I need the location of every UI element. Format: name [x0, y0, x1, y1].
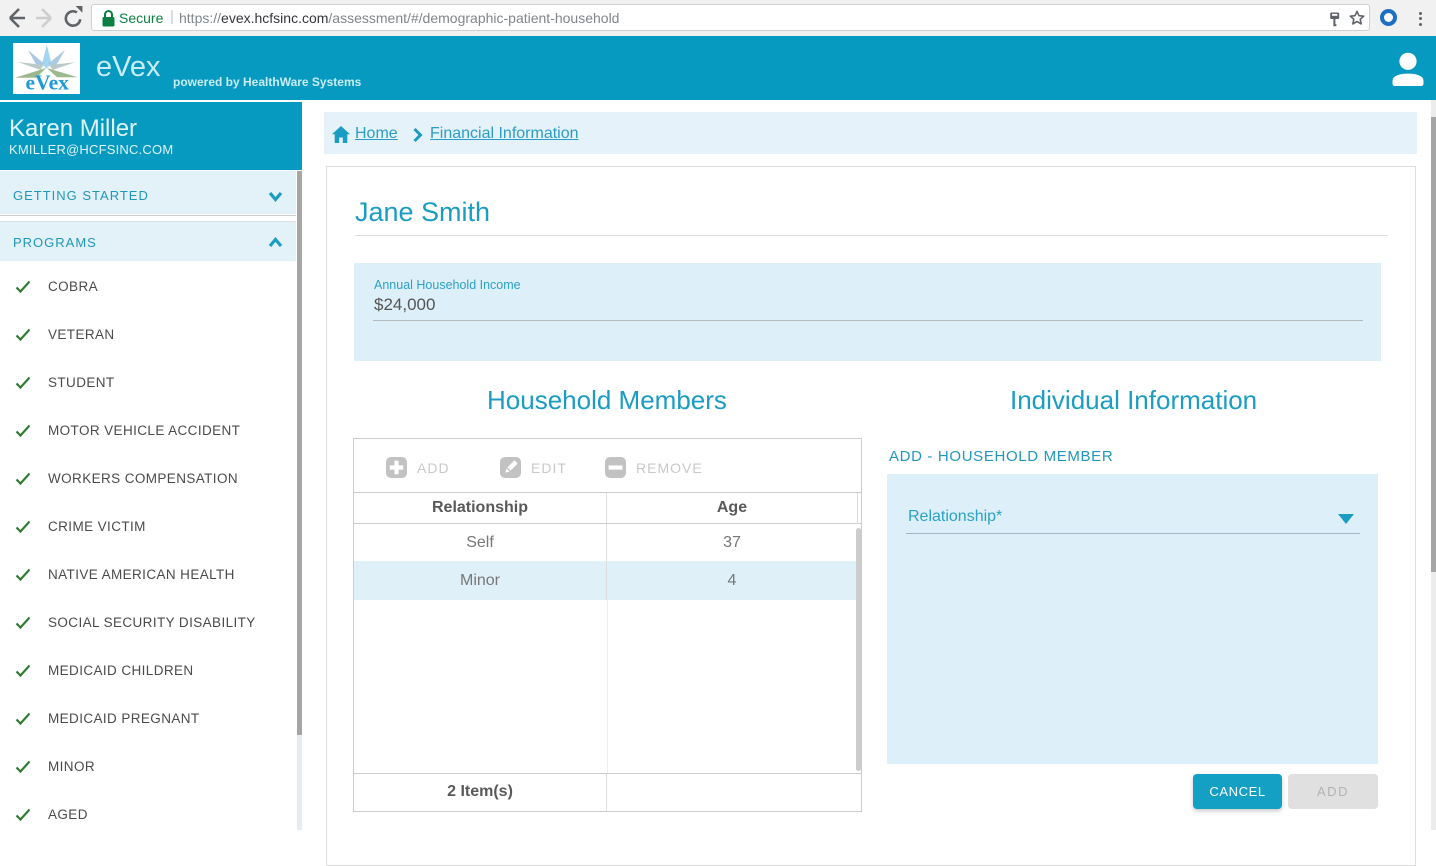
svg-text:eVex: eVex	[26, 71, 70, 95]
